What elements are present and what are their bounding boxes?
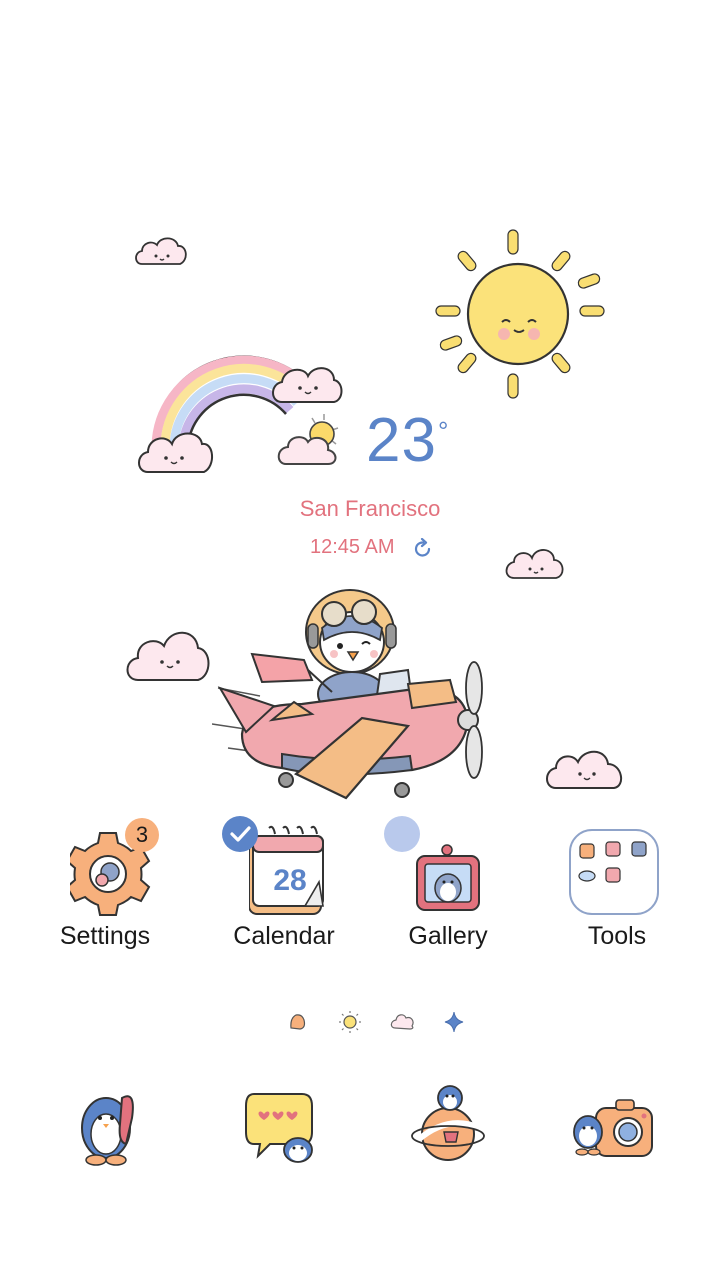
dock-camera[interactable] [570,1084,658,1168]
app-label-settings: Settings [59,922,151,950]
phone-penguin-icon [81,1095,134,1166]
calendar-day: 28 [273,864,307,897]
tools-folder-icon [568,820,662,916]
degree-symbol: ° [438,416,449,446]
camera-penguin-icon [573,1099,653,1157]
app-settings[interactable]: 3 Settings [25,814,185,964]
app-label-gallery: Gallery [408,922,488,950]
sun-face-icon [432,226,608,402]
page-indicator-1[interactable] [288,1008,308,1036]
city-name[interactable]: San Francisco [0,496,720,522]
page-indicator-2[interactable] [338,1008,362,1036]
dock-phone[interactable] [70,1084,158,1168]
paw-icon [290,1014,306,1030]
app-tools[interactable]: Tools [537,814,697,964]
app-gallery[interactable]: Gallery [368,814,528,964]
blue-dot-badge [384,816,420,852]
check-badge-icon [222,816,258,852]
calendar-icon: 28 [249,820,333,916]
partly-sunny-cloud-icon [276,412,342,472]
app-label-tools: Tools [587,922,647,950]
cloud-icon [390,1014,414,1030]
cloud-face-icon [124,614,210,686]
dock-browser[interactable] [408,1084,496,1168]
page-indicator-3[interactable] [390,1008,416,1036]
cloud-face-icon [132,230,190,270]
refresh-icon[interactable] [412,538,434,560]
message-hearts-icon [245,1093,313,1163]
photo-frame-penguin-icon [413,820,497,916]
clock-time[interactable]: 12:45 AM [310,536,395,559]
cloud-face-icon [544,740,628,792]
planet-penguin-icon [411,1085,485,1161]
dock-messages[interactable] [240,1084,328,1168]
notification-badge: 3 [125,818,159,852]
cloud-face-icon [504,540,566,582]
app-label-calendar: Calendar [233,922,335,950]
page-indicator-4[interactable] [442,1008,466,1036]
temperature-value[interactable]: 23 [366,410,437,472]
penguin-pilot-airplane-icon [212,584,502,808]
sparkle-icon [444,1011,464,1033]
sun-icon [339,1011,361,1033]
app-calendar[interactable]: 28 Calendar [204,814,364,964]
